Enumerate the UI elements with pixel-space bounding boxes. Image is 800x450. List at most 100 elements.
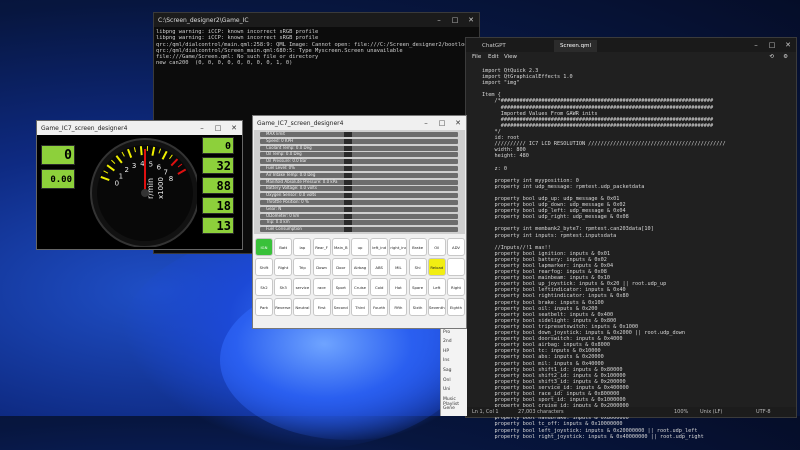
- input-button-first[interactable]: First: [313, 298, 331, 316]
- input-button-service[interactable]: service: [293, 278, 311, 296]
- input-button-fourth[interactable]: Fourth: [370, 298, 388, 316]
- input-button-ign[interactable]: IGN: [255, 238, 273, 256]
- value-slider-row[interactable]: Throttle Position: 0 %: [260, 200, 458, 205]
- file-explorer-item[interactable]: Sag: [443, 368, 451, 373]
- file-explorer-item[interactable]: 2nd: [443, 339, 452, 344]
- slider-handle[interactable]: [344, 139, 352, 144]
- slider-handle[interactable]: [344, 214, 352, 219]
- input-button-reload[interactable]: Reload: [428, 258, 446, 276]
- input-button-batt[interactable]: Batt: [274, 238, 292, 256]
- value-slider-row[interactable]: Oil Temp: 0.0 Deg: [260, 152, 458, 157]
- file-explorer-item[interactable]: Uni: [443, 387, 450, 392]
- slider-handle[interactable]: [344, 173, 352, 178]
- gauge-window[interactable]: Game_IC7_screen_designer4 – □ ✕ 0 0.00 0…: [36, 120, 243, 250]
- value-slider-row[interactable]: Trip: 0.0 km: [260, 220, 458, 225]
- input-button-third[interactable]: Third: [351, 298, 369, 316]
- input-button-left_ind[interactable]: left_ind: [370, 238, 388, 256]
- input-button-sixth[interactable]: Sixth: [409, 298, 427, 316]
- input-button-cruise[interactable]: Cruise: [351, 278, 369, 296]
- value-slider-row[interactable]: Air Intake Temp: 0.0 Deg: [260, 173, 458, 178]
- input-button-cold[interactable]: Cold: [370, 278, 388, 296]
- input-button-park[interactable]: Park: [255, 298, 273, 316]
- value-slider-row[interactable]: Gear: N: [260, 207, 458, 212]
- slider-handle[interactable]: [344, 193, 352, 198]
- input-button-right_ind[interactable]: right_ind: [389, 238, 407, 256]
- input-button-spare[interactable]: Spare: [409, 278, 427, 296]
- input-button-second[interactable]: Second: [332, 298, 350, 316]
- slider-handle[interactable]: [344, 186, 352, 191]
- input-button-abs[interactable]: ABS: [370, 258, 388, 276]
- input-button-trip[interactable]: Trip: [293, 258, 311, 276]
- maximize-icon[interactable]: □: [434, 116, 450, 130]
- input-button-sh3[interactable]: Sh3: [274, 278, 292, 296]
- file-explorer-item[interactable]: Onl: [443, 378, 451, 383]
- close-icon[interactable]: ✕: [226, 121, 242, 135]
- input-button-left[interactable]: Left: [428, 278, 446, 296]
- input-button-right[interactable]: Right: [447, 278, 465, 296]
- input-button-shi[interactable]: Shi: [409, 258, 427, 276]
- file-explorer-item[interactable]: HP: [443, 349, 449, 354]
- code-editor[interactable]: import QtQuick 2.3 import QtGraphicalEff…: [482, 68, 726, 440]
- value-slider-row[interactable]: Speed: 0 KPH: [260, 139, 458, 144]
- input-button-lap[interactable]: lap: [293, 238, 311, 256]
- slider-handle[interactable]: [344, 207, 352, 212]
- file-explorer-item[interactable]: Gene: [443, 406, 455, 411]
- value-slider-row[interactable]: Oil Pressure: 0.0 Bar: [260, 159, 458, 164]
- input-button-eighth[interactable]: Eighth: [447, 298, 465, 316]
- input-button-race[interactable]: race: [313, 278, 331, 296]
- input-button-seventh[interactable]: Seventh: [428, 298, 446, 316]
- input-button-adv[interactable]: ADV: [447, 238, 465, 256]
- maximize-icon[interactable]: □: [210, 121, 226, 135]
- input-button-oil[interactable]: Oil: [428, 238, 446, 256]
- slider-handle[interactable]: [344, 166, 352, 171]
- value-slider-row[interactable]: Fuel Consumption: [260, 227, 458, 232]
- close-icon[interactable]: ✕: [463, 13, 479, 27]
- file-explorer-item[interactable]: Ins: [443, 358, 450, 363]
- slider-handle[interactable]: [344, 159, 352, 164]
- slider-handle[interactable]: [344, 132, 352, 137]
- input-button-right[interactable]: Right: [274, 258, 292, 276]
- minimize-icon[interactable]: –: [418, 116, 434, 130]
- input-button-up[interactable]: up: [351, 238, 369, 256]
- minimize-icon[interactable]: –: [431, 13, 447, 27]
- input-button-brake[interactable]: Brake: [409, 238, 427, 256]
- notepad-window[interactable]: ChatGPT Screen.qml – □ ✕ File Edit View …: [465, 37, 797, 418]
- input-button-mil[interactable]: MIL: [389, 258, 407, 276]
- input-button-rear_f[interactable]: Rear_F: [313, 238, 331, 256]
- menu-view[interactable]: View: [504, 54, 517, 60]
- value-slider-row[interactable]: Manifold Absolute Pressure: 0.0 kPa: [260, 180, 458, 185]
- minimize-icon[interactable]: –: [748, 38, 764, 52]
- gear-icon[interactable]: ⚙: [783, 54, 788, 60]
- file-explorer-item[interactable]: Pro: [443, 330, 450, 335]
- copilot-icon[interactable]: ⟲: [769, 54, 774, 60]
- input-button-down[interactable]: Down: [313, 258, 331, 276]
- value-slider-row[interactable]: Battery Voltage: 0.0 volts: [260, 186, 458, 191]
- input-button-fifth[interactable]: Fifth: [389, 298, 407, 316]
- input-button-sh2[interactable]: Sh2: [255, 278, 273, 296]
- tab-screen-qml[interactable]: Screen.qml: [554, 40, 597, 52]
- slider-handle[interactable]: [344, 220, 352, 225]
- input-button-door[interactable]: Door: [332, 258, 350, 276]
- input-button-blank[interactable]: [447, 258, 465, 276]
- input-button-shift[interactable]: Shift: [255, 258, 273, 276]
- maximize-icon[interactable]: □: [764, 38, 780, 52]
- input-button-sport[interactable]: Sport: [332, 278, 350, 296]
- input-button-reverse-lockout[interactable]: Reverse Lockout: [274, 298, 292, 316]
- slider-handle[interactable]: [344, 200, 352, 205]
- input-button-neutral[interactable]: Neutral: [293, 298, 311, 316]
- minimize-icon[interactable]: –: [194, 121, 210, 135]
- input-button-main_b[interactable]: Main_B: [332, 238, 350, 256]
- value-slider-row[interactable]: Coolant Temp: 0.0 Deg: [260, 146, 458, 151]
- close-icon[interactable]: ✕: [450, 116, 466, 130]
- value-slider-row[interactable]: ODometer: 0 km: [260, 214, 458, 219]
- close-icon[interactable]: ✕: [780, 38, 796, 52]
- slider-handle[interactable]: [344, 180, 352, 185]
- input-button-hot[interactable]: Hot: [389, 278, 407, 296]
- value-slider-row[interactable]: Fuel Level: 0%: [260, 166, 458, 171]
- value-slider-row[interactable]: Oxygen Sensor: 0.0 volts: [260, 193, 458, 198]
- tab-chatgpt[interactable]: ChatGPT: [476, 40, 512, 52]
- menu-file[interactable]: File: [472, 54, 481, 60]
- input-button-airbag[interactable]: Airbag: [351, 258, 369, 276]
- value-sliders-list[interactable]: MAX limitSpeed: 0 KPHCoolant Temp: 0.0 D…: [254, 130, 465, 234]
- slider-handle[interactable]: [344, 152, 352, 157]
